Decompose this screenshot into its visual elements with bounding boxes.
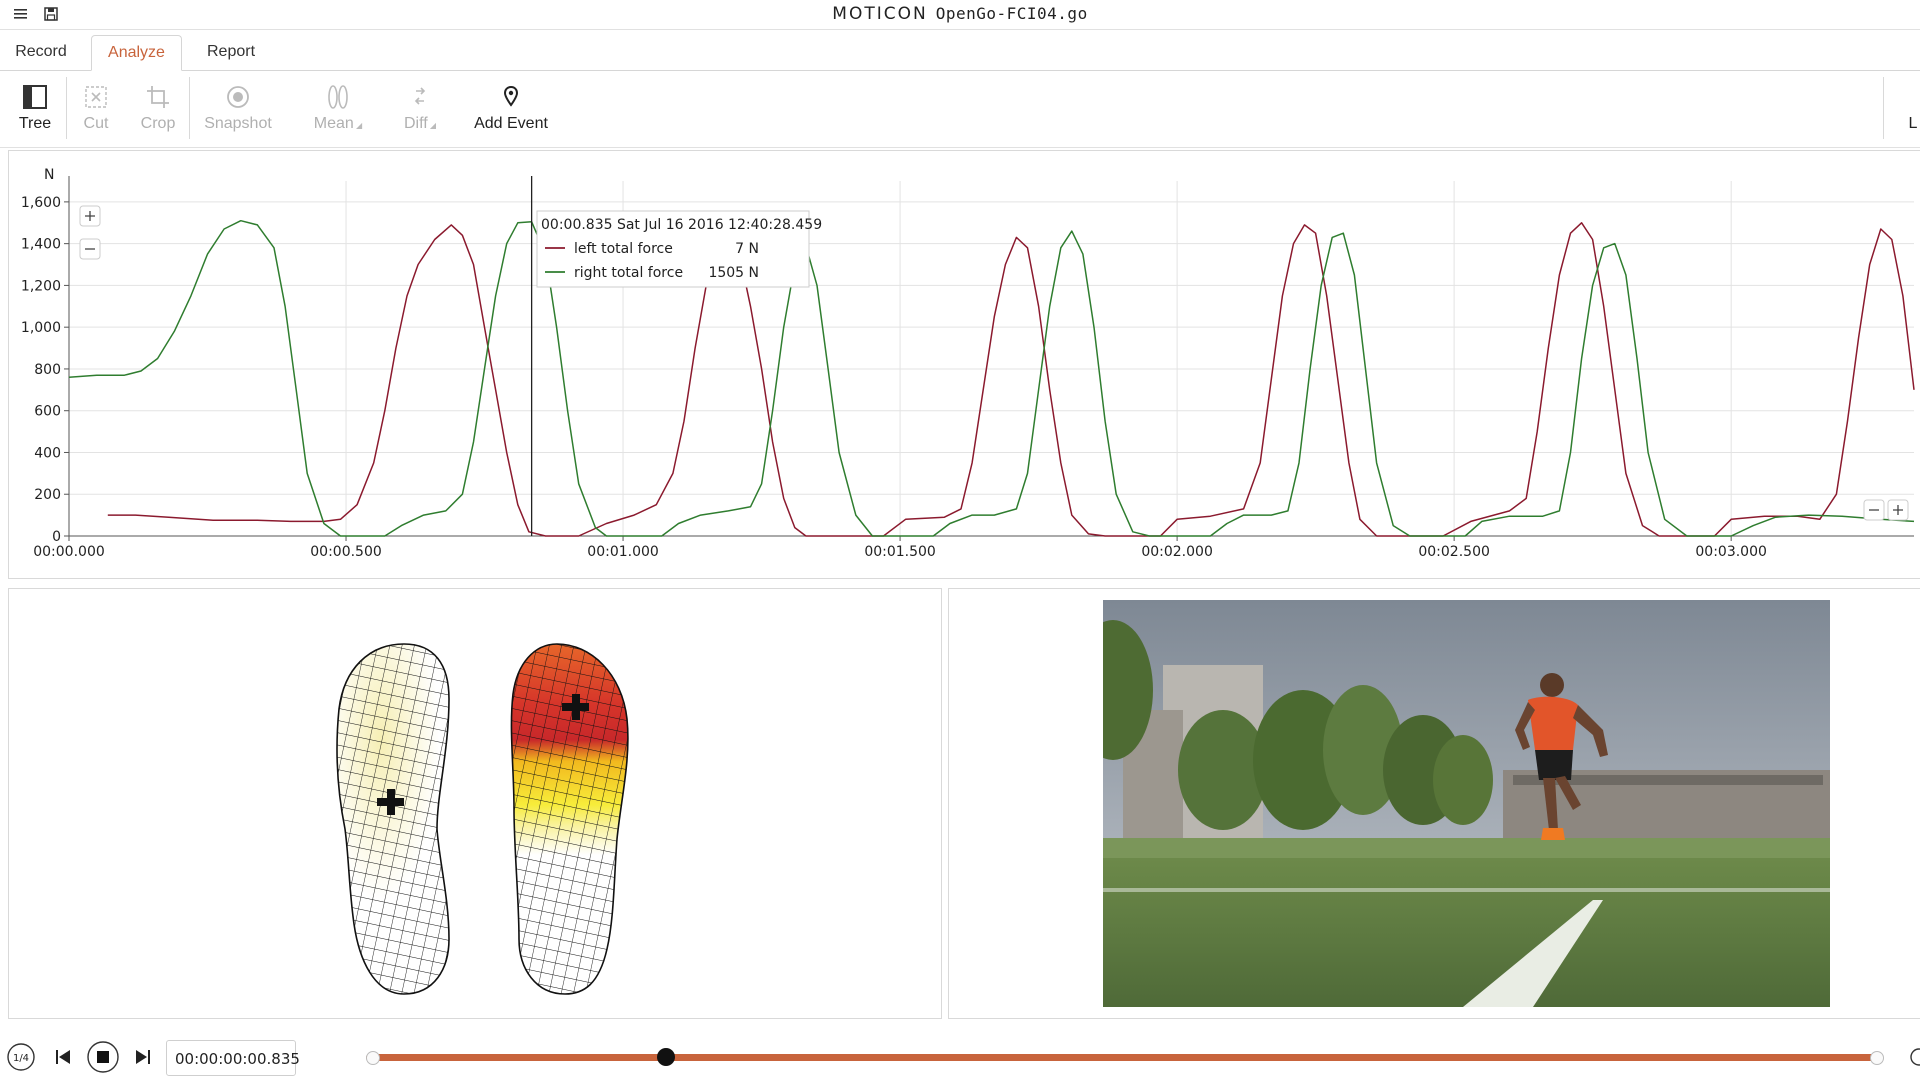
speed-label: 1/4	[13, 1053, 29, 1064]
tab-record[interactable]: Record	[6, 35, 76, 69]
chart-tooltip: 00:00.835 Sat Jul 16 2016 12:40:28.459 l…	[536, 210, 822, 288]
skip-forward-button[interactable]	[132, 1046, 154, 1068]
add-event-button[interactable]: Add Event	[470, 83, 552, 145]
diff-arrows-icon	[414, 87, 426, 105]
mean-insole-icon	[328, 85, 348, 109]
tooltip-left-value: 7 N	[735, 241, 759, 257]
y-tick-label: 1,600	[21, 195, 61, 211]
cut-icon	[85, 86, 107, 108]
timeline-slider-track[interactable]	[366, 1054, 1882, 1061]
y-tick-label: 1,000	[21, 320, 61, 336]
insole-pressure-view	[336, 643, 629, 995]
tooltip-header: 00:00.835 Sat Jul 16 2016 12:40:28.459	[541, 217, 822, 233]
timeline-end-handle[interactable]	[1870, 1051, 1884, 1065]
y-tick-label: 200	[34, 487, 61, 503]
brand-logo: MOTICON	[832, 4, 928, 24]
chart-axes: 0 200 400 600 800 1,000 1,200 1,400 1,600 00:00.0…	[21, 176, 1914, 560]
tab-bar: Record Analyze Report	[0, 29, 1920, 71]
snapshot-icon	[227, 86, 249, 108]
force-chart-panel: 0 200 400 600 800 1,000 1,200 1,400 1,600 00:00.0…	[8, 150, 1920, 579]
y-tick-label: 1,200	[21, 278, 61, 294]
tab-report[interactable]: Report	[196, 35, 266, 69]
y-tick-label: 0	[52, 529, 61, 545]
snapshot-label: Snapshot	[204, 115, 272, 132]
cut-button[interactable]: Cut	[78, 83, 114, 145]
crop-button[interactable]: Crop	[136, 83, 180, 145]
video-frame-image	[1103, 600, 1830, 1007]
cut-label: Cut	[83, 115, 109, 132]
stop-button[interactable]	[86, 1040, 120, 1074]
diff-button[interactable]: Diff ◢	[400, 83, 440, 145]
diff-label: Diff ◢	[403, 115, 437, 132]
toolbar: Tree Cut Crop Snapshot Mean ◢ Diff ◢ Add…	[0, 71, 1920, 148]
timeline-zoom-icon[interactable]	[1908, 1046, 1920, 1068]
x-tick-label: 00:00.500	[310, 544, 382, 560]
tooltip-left-name: left total force	[574, 241, 673, 257]
right-insole	[510, 643, 629, 995]
x-tick-label: 00:00.000	[33, 544, 105, 560]
y-tick-label: 400	[34, 445, 61, 461]
add-event-label: Add Event	[474, 115, 548, 132]
skip-forward-icon	[136, 1050, 150, 1064]
x-tick-label: 00:02.500	[1418, 544, 1490, 560]
tooltip-right-name: right total force	[574, 265, 683, 281]
y-tick-label: 600	[34, 404, 61, 420]
left-insole	[336, 643, 450, 995]
x-zoom-out-button[interactable]	[1863, 499, 1885, 521]
toolbar-separator	[66, 77, 67, 139]
window-title: MOTICON OpenGo-FCI04.go	[0, 4, 1920, 24]
file-name: OpenGo-FCI04.go	[935, 4, 1088, 23]
x-tick-label: 00:03.000	[1695, 544, 1767, 560]
crop-label: Crop	[140, 115, 176, 132]
x-zoom-in-button[interactable]	[1887, 499, 1909, 521]
tooltip-right-value: 1505 N	[708, 265, 759, 281]
snapshot-button[interactable]: Snapshot	[200, 83, 276, 145]
x-tick-label: 00:01.500	[864, 544, 936, 560]
stop-icon	[87, 1041, 119, 1073]
title-bar: MOTICON OpenGo-FCI04.go	[0, 0, 1920, 30]
y-axis-unit: N	[44, 167, 54, 183]
skip-back-icon	[56, 1050, 70, 1064]
x-tick-label: 00:01.000	[587, 544, 659, 560]
crop-icon	[147, 86, 169, 108]
map-pin-icon	[503, 85, 519, 107]
toolbar-separator	[1883, 77, 1884, 139]
y-tick-label: 800	[34, 362, 61, 378]
force-chart[interactable]: 0 200 400 600 800 1,000 1,200 1,400 1,600 00:00.0…	[9, 151, 1920, 578]
skip-back-button[interactable]	[52, 1046, 74, 1068]
left-total-force-line	[107, 222, 1915, 537]
mean-label: Mean ◢	[313, 115, 363, 132]
tree-button[interactable]: Tree	[14, 83, 56, 145]
mean-button[interactable]: Mean ◢	[310, 83, 366, 145]
tree-panel-icon	[23, 85, 47, 109]
y-zoom-in-button[interactable]	[79, 205, 101, 227]
insole-pressure-panel	[8, 588, 942, 1019]
tree-label: Tree	[18, 115, 52, 132]
x-tick-label: 00:02.000	[1141, 544, 1213, 560]
video-player[interactable]	[1103, 600, 1830, 1007]
y-zoom-out-button[interactable]	[79, 238, 101, 260]
timeline-start-handle[interactable]	[366, 1051, 380, 1065]
current-time-field[interactable]: 00:00:00:00.835	[166, 1040, 300, 1076]
tab-analyze[interactable]: Analyze	[91, 35, 182, 71]
toolbar-separator	[189, 77, 190, 139]
playback-speed-button[interactable]: 1/4	[6, 1042, 36, 1072]
y-tick-label: 1,400	[21, 237, 61, 253]
playback-bar: 1/4 00:00:00:00.835	[0, 1030, 1920, 1080]
timeline-playhead[interactable]	[657, 1048, 676, 1066]
video-panel	[948, 588, 1920, 1019]
overflow-label: L	[1908, 115, 1918, 132]
toolbar-overflow-button[interactable]: L	[1906, 83, 1920, 145]
